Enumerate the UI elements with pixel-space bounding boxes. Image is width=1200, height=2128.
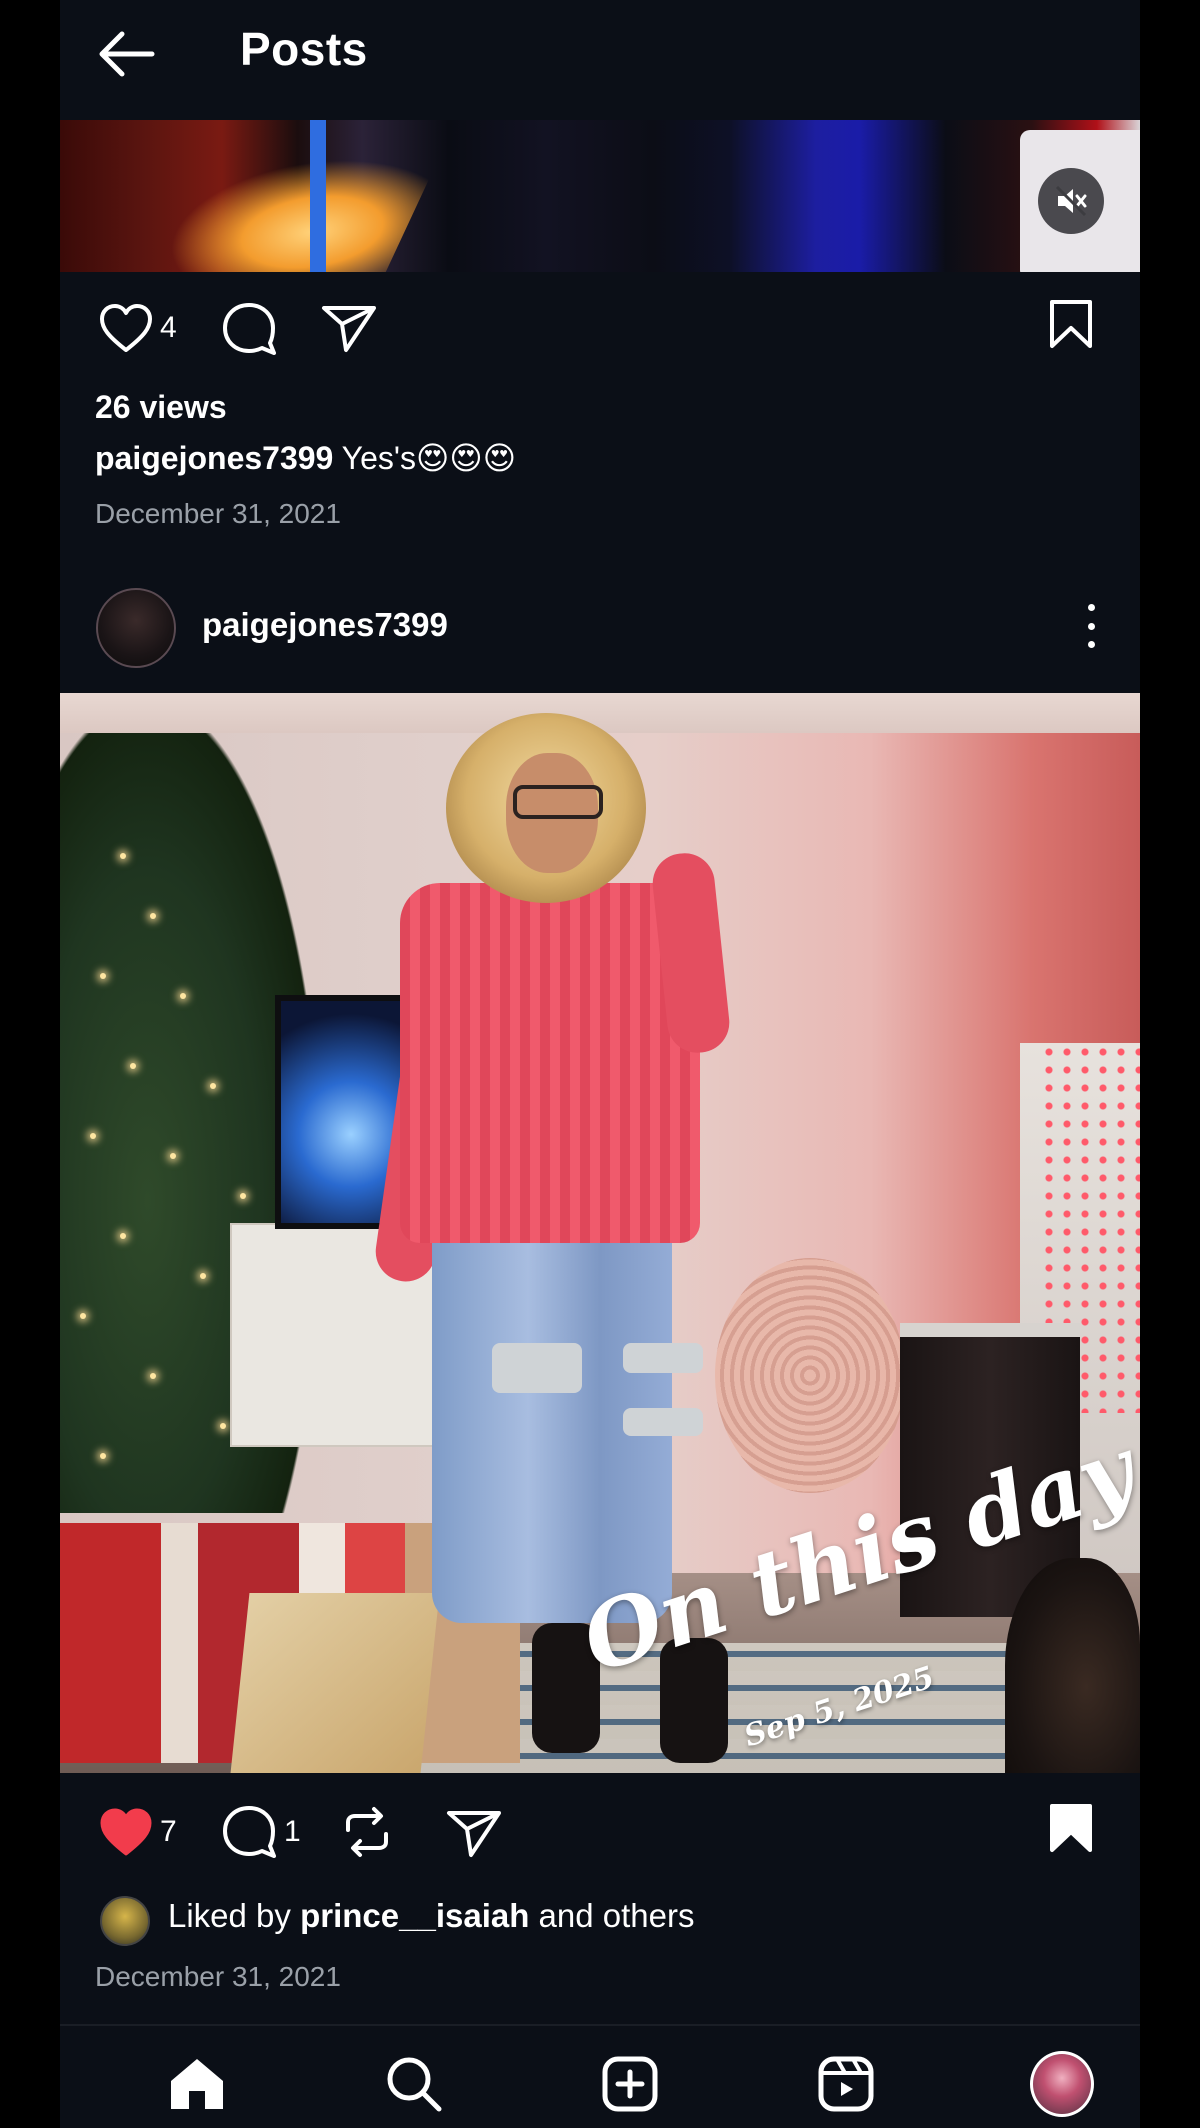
comment-icon: [223, 303, 276, 355]
save-button[interactable]: [1048, 1802, 1094, 1854]
caption-text: Yes's😍😍😍: [341, 440, 517, 476]
home-icon[interactable]: [165, 2052, 229, 2116]
heart-outline-icon: [100, 304, 152, 352]
previous-post-video[interactable]: [60, 120, 1140, 272]
profile-avatar[interactable]: [1030, 2051, 1094, 2117]
top-bar: Posts: [60, 0, 1140, 118]
like-button[interactable]: 4: [98, 302, 177, 354]
save-button[interactable]: [1048, 298, 1094, 350]
back-arrow-icon[interactable]: [96, 28, 156, 80]
like-button[interactable]: 7: [98, 1806, 177, 1858]
post-date: December 31, 2021: [95, 1961, 341, 1992]
send-icon: [322, 306, 376, 352]
repost-button[interactable]: [340, 1806, 394, 1858]
liker-username[interactable]: prince__isaiah: [300, 1897, 529, 1934]
comment-icon: [223, 1806, 276, 1858]
app-screen: Posts 4 26 views paigejones7399 Yes's😍😍😍…: [60, 0, 1140, 2128]
view-count: 26 views: [95, 389, 227, 425]
send-icon: [447, 1811, 501, 1857]
create-post-icon[interactable]: [598, 2052, 662, 2116]
avatar[interactable]: [96, 588, 176, 668]
heart-filled-icon: [100, 1808, 152, 1856]
bookmark-outline-icon: [1050, 300, 1092, 348]
like-count: 4: [160, 311, 177, 344]
like-count: 7: [160, 1815, 177, 1848]
comment-button[interactable]: 1: [220, 1804, 301, 1860]
comment-button[interactable]: [220, 301, 278, 357]
mute-icon[interactable]: [1038, 168, 1104, 234]
caption: paigejones7399 Yes's😍😍😍: [95, 439, 516, 477]
share-button[interactable]: [445, 1807, 503, 1859]
comment-count: 1: [284, 1815, 301, 1848]
post-username[interactable]: paigejones7399: [202, 606, 448, 644]
bottom-navigation: [60, 2024, 1140, 2128]
liked-by-text[interactable]: Liked by prince__isaiah and others: [168, 1897, 695, 1935]
more-options-icon[interactable]: [1076, 604, 1106, 648]
post-photo[interactable]: On this day Sep 5, 2025: [60, 693, 1140, 1773]
liker-avatar[interactable]: [100, 1896, 150, 1946]
search-icon[interactable]: [382, 2052, 446, 2116]
repost-icon: [346, 1807, 388, 1857]
post-date: December 31, 2021: [95, 498, 341, 529]
caption-username[interactable]: paigejones7399: [95, 440, 333, 476]
reels-icon[interactable]: [814, 2052, 878, 2116]
page-title: Posts: [240, 23, 368, 75]
share-button[interactable]: [320, 302, 378, 354]
bookmark-filled-icon: [1050, 1804, 1092, 1852]
